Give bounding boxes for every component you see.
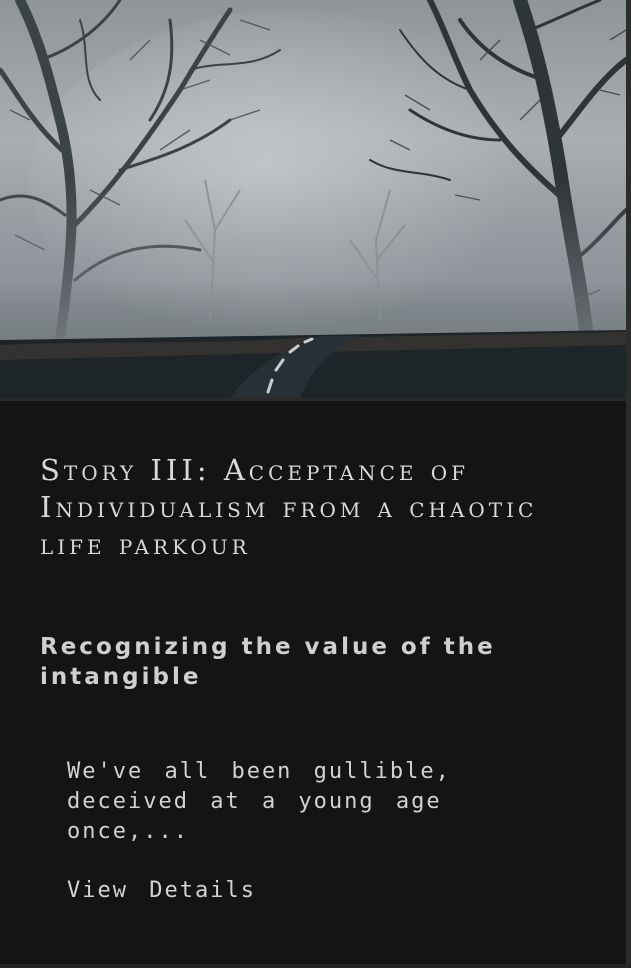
story-card: Story III: Acceptance of Individualism f… xyxy=(0,0,631,968)
view-details-link[interactable]: View Details xyxy=(67,876,256,906)
story-subtitle: Recognizing the value of the intangible xyxy=(40,634,496,690)
story-excerpt: We've all been gullible, deceived at a y… xyxy=(67,759,451,844)
card-bottom-border xyxy=(0,964,631,968)
card-border xyxy=(626,0,631,968)
story-cover-image xyxy=(0,0,626,401)
story-title: Story III: Acceptance of Individualism f… xyxy=(40,453,538,561)
